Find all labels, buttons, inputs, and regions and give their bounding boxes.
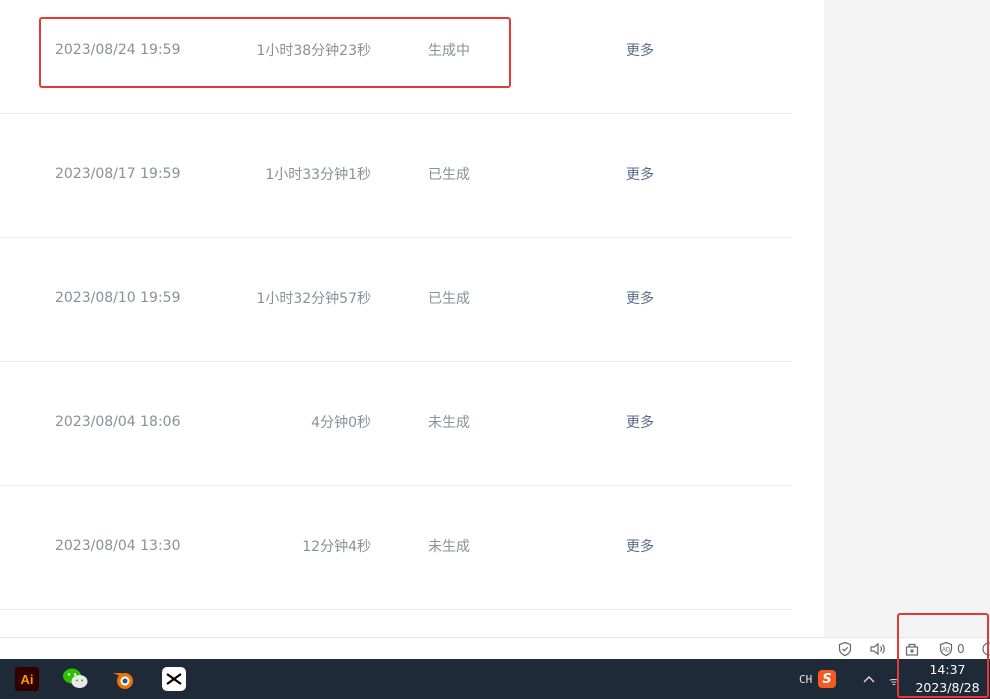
table-row: 2023/08/04 18:06 4分钟0秒 未生成 更多 (0, 362, 792, 486)
adblock-count: 0 (957, 642, 965, 656)
taskbar: Ai CH S ᯤ 14:37 2023/8/28 (0, 659, 990, 699)
shield-check-icon[interactable] (837, 640, 853, 658)
illustrator-icon[interactable]: Ai (13, 665, 41, 693)
record-status: 未生成 (428, 415, 470, 431)
svg-text:ᯤ: ᯤ (889, 675, 899, 687)
record-duration: 1小时33分钟1秒 (265, 167, 371, 183)
speaker-icon[interactable] (869, 640, 887, 658)
chevron-up-icon[interactable] (862, 659, 876, 699)
table-row: 2023/08/04 13:30 12分钟4秒 未生成 更多 (0, 486, 792, 610)
wechat-icon[interactable] (61, 665, 89, 693)
right-panel-background (824, 0, 990, 637)
record-status: 已生成 (428, 167, 470, 183)
sogou-ime-icon[interactable]: S (818, 659, 836, 699)
record-status: 未生成 (428, 539, 470, 555)
more-button[interactable]: 更多 (626, 536, 654, 556)
record-date: 2023/08/04 13:30 (55, 538, 181, 554)
download-box-icon[interactable] (904, 640, 920, 658)
table-row: 2023/08/10 19:59 1小时32分钟57秒 已生成 更多 (0, 238, 792, 362)
record-date: 2023/08/17 19:59 (55, 166, 181, 182)
ime-indicator[interactable]: CH (799, 659, 812, 699)
clock-time: 14:37 (929, 662, 966, 677)
more-button[interactable]: 更多 (626, 412, 654, 432)
record-duration: 4分钟0秒 (311, 415, 371, 431)
network-icon[interactable]: ᯤ (889, 659, 903, 699)
record-duration: 12分钟4秒 (302, 539, 371, 555)
table-row: 2023/08/24 19:59 1小时38分钟23秒 生成中 更多 (0, 0, 792, 114)
status-bar: AD 0 (0, 637, 990, 659)
recording-list: 2023/08/24 19:59 1小时38分钟23秒 生成中 更多 2023/… (0, 0, 824, 637)
capcut-icon[interactable] (160, 665, 188, 693)
record-duration: 1小时32分钟57秒 (256, 291, 371, 307)
record-date: 2023/08/10 19:59 (55, 290, 181, 306)
table-row: 2023/08/17 19:59 1小时33分钟1秒 已生成 更多 (0, 114, 792, 238)
emoji-icon[interactable] (981, 640, 990, 658)
record-duration: 1小时38分钟23秒 (256, 43, 371, 59)
record-date: 2023/08/24 19:59 (55, 42, 181, 58)
system-clock[interactable]: 14:37 2023/8/28 (905, 659, 990, 699)
illustrator-label: Ai (15, 667, 39, 691)
svg-text:AD: AD (942, 648, 951, 654)
more-button[interactable]: 更多 (626, 40, 654, 60)
blender-icon[interactable] (110, 665, 138, 693)
adblock-shield-icon[interactable]: AD 0 (938, 640, 965, 658)
record-status: 生成中 (428, 43, 470, 59)
more-button[interactable]: 更多 (626, 164, 654, 184)
more-button[interactable]: 更多 (626, 288, 654, 308)
record-date: 2023/08/04 18:06 (55, 414, 181, 430)
clock-date: 2023/8/28 (915, 680, 980, 695)
sogou-label: S (818, 670, 836, 688)
record-status: 已生成 (428, 291, 470, 307)
ime-label: CH (799, 672, 813, 686)
